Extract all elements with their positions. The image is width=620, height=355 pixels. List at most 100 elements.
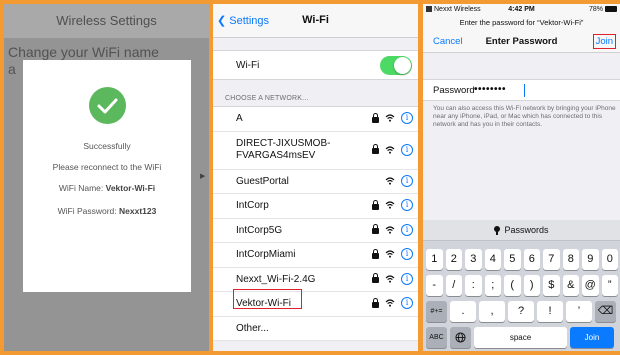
network-row-intcorpmiami[interactable]: IntCorpMiami i [213, 243, 418, 268]
network-row-a[interactable]: A i [213, 107, 418, 132]
key-dollar[interactable]: $ [543, 275, 560, 296]
network-name: GuestPortal [236, 175, 289, 187]
wifi-signal-icon [385, 250, 395, 258]
key-open-paren[interactable]: ( [504, 275, 521, 296]
key-icon [494, 226, 501, 235]
wifi-label: Wi-Fi [236, 60, 260, 71]
network-name: A [236, 113, 243, 124]
wifi-signal-icon [385, 201, 395, 209]
battery-icon [605, 6, 617, 12]
wifi-signal-icon [385, 176, 395, 185]
lock-icon [372, 273, 379, 283]
keyboard-row-bottom: ABC space Join [426, 327, 614, 348]
password-field[interactable]: •••••••• [474, 84, 506, 95]
key-close-paren[interactable]: ) [523, 275, 540, 296]
wifi-toggle[interactable] [380, 56, 412, 75]
keyboard-row-numbers: 1 2 3 4 5 6 7 8 9 0 [426, 249, 618, 270]
key-9[interactable]: 9 [582, 249, 599, 270]
network-row-other[interactable]: Other... [213, 317, 418, 341]
info-icon[interactable]: i [401, 143, 413, 156]
globe-icon [455, 332, 466, 343]
network-name: IntCorp [236, 200, 269, 211]
keyboard-row-punct: #+= . , ? ! ’ ⌫ [426, 301, 616, 322]
password-hint: You can also access this Wi-Fi network b… [433, 105, 616, 128]
enter-password-panel: Nexxt Wireless 4:42 PM 78% Enter the pas… [423, 4, 620, 351]
lock-icon [372, 144, 379, 154]
selection-highlight [233, 289, 302, 309]
network-row-direct[interactable]: DIRECT-JIXUSMOB- FVARGAS4msEV i [213, 132, 418, 170]
key-1[interactable]: 1 [426, 249, 443, 270]
nav-title: Enter Password [485, 36, 558, 47]
network-row-guestportal[interactable]: GuestPortal i [213, 170, 418, 194]
wifi-signal-icon [385, 299, 395, 307]
key-semicolon[interactable]: ; [484, 275, 501, 296]
info-icon[interactable]: i [401, 174, 413, 187]
keyboard: Passwords 1 2 3 4 5 6 7 8 9 0 - / : ; ( … [423, 220, 620, 351]
join-button[interactable]: Join [592, 34, 616, 49]
password-row[interactable]: Password •••••••• [423, 79, 620, 101]
key-5[interactable]: 5 [504, 249, 521, 270]
keyboard-row-symbols: - / : ; ( ) $ & @ ” [426, 275, 618, 296]
lock-icon [372, 199, 379, 210]
wifi-signal-icon [385, 274, 395, 283]
password-label: Password [433, 85, 475, 96]
key-quote[interactable]: ” [601, 275, 618, 296]
wifi-settings-panel: ❮ Settings Wi-Fi Wi-Fi CHOOSE A NETWORK.… [213, 4, 418, 351]
network-row-intcorp[interactable]: IntCorp i [213, 194, 418, 219]
key-question[interactable]: ? [508, 301, 534, 322]
battery-label: 78% [588, 6, 603, 13]
lock-icon [372, 297, 379, 308]
key-2[interactable]: 2 [445, 249, 462, 270]
key-3[interactable]: 3 [465, 249, 482, 270]
delete-key-icon[interactable]: ⌫ [595, 301, 616, 322]
lock-icon [372, 248, 379, 259]
wifi-name-line: WiFi Name: Vektor-Wi-Fi [23, 183, 191, 193]
info-icon[interactable]: i [401, 272, 413, 285]
passwords-bar[interactable]: Passwords [423, 220, 620, 241]
info-icon[interactable]: i [401, 112, 413, 124]
abc-key[interactable]: ABC [426, 327, 447, 348]
router-app-panel: Wireless Settings Change your WiFi name … [4, 4, 209, 351]
key-6[interactable]: 6 [523, 249, 540, 270]
nav-bar: Cancel Enter Password Join [423, 31, 620, 53]
key-ampersand[interactable]: & [562, 275, 579, 296]
info-icon[interactable]: i [401, 297, 413, 309]
key-slash[interactable]: / [445, 275, 462, 296]
lock-icon [372, 224, 379, 234]
section-header: CHOOSE A NETWORK... [225, 95, 309, 102]
wifi-signal-icon [385, 114, 395, 122]
wifi-password-label: WiFi Password: [57, 206, 117, 216]
key-4[interactable]: 4 [484, 249, 501, 270]
lock-icon [372, 112, 379, 123]
key-comma[interactable]: , [479, 301, 505, 322]
network-row-intcorp5g[interactable]: IntCorp5G i [213, 219, 418, 243]
success-status: Successfully [83, 141, 131, 151]
network-name: IntCorpMiami [236, 249, 296, 260]
key-colon[interactable]: : [465, 275, 482, 296]
info-icon[interactable]: i [401, 248, 413, 260]
key-exclamation[interactable]: ! [537, 301, 563, 322]
wifi-signal-icon [385, 225, 395, 234]
info-icon[interactable]: i [401, 199, 413, 211]
wifi-name-value: Vektor-Wi-Fi [105, 183, 156, 193]
key-period[interactable]: . [450, 301, 476, 322]
key-hyphen[interactable]: - [426, 275, 443, 296]
key-0[interactable]: 0 [601, 249, 618, 270]
network-name: Nexxt_Wi-Fi-2.4G [236, 273, 316, 285]
symbols-toggle-key[interactable]: #+= [426, 301, 447, 322]
info-icon[interactable]: i [401, 223, 413, 236]
text-caret [524, 84, 525, 97]
space-key[interactable]: space [474, 327, 567, 348]
password-prompt: Enter the password for “Vektor-Wi-Fi” [423, 16, 620, 31]
key-apostrophe[interactable]: ’ [566, 301, 592, 322]
network-list: A i DIRECT-JIXUSMOB- FVARGAS4msEV i Guest… [213, 106, 418, 341]
globe-key[interactable] [450, 327, 471, 348]
nav-bar: ❮ Settings Wi-Fi [213, 4, 418, 38]
key-7[interactable]: 7 [543, 249, 560, 270]
key-8[interactable]: 8 [562, 249, 579, 270]
other-network-label: Other... [236, 322, 269, 334]
key-at[interactable]: @ [582, 275, 599, 296]
network-name: IntCorp5G [236, 224, 283, 236]
join-key[interactable]: Join [570, 327, 614, 348]
network-row-vektor[interactable]: Vektor-Wi-Fi i [213, 289, 418, 317]
